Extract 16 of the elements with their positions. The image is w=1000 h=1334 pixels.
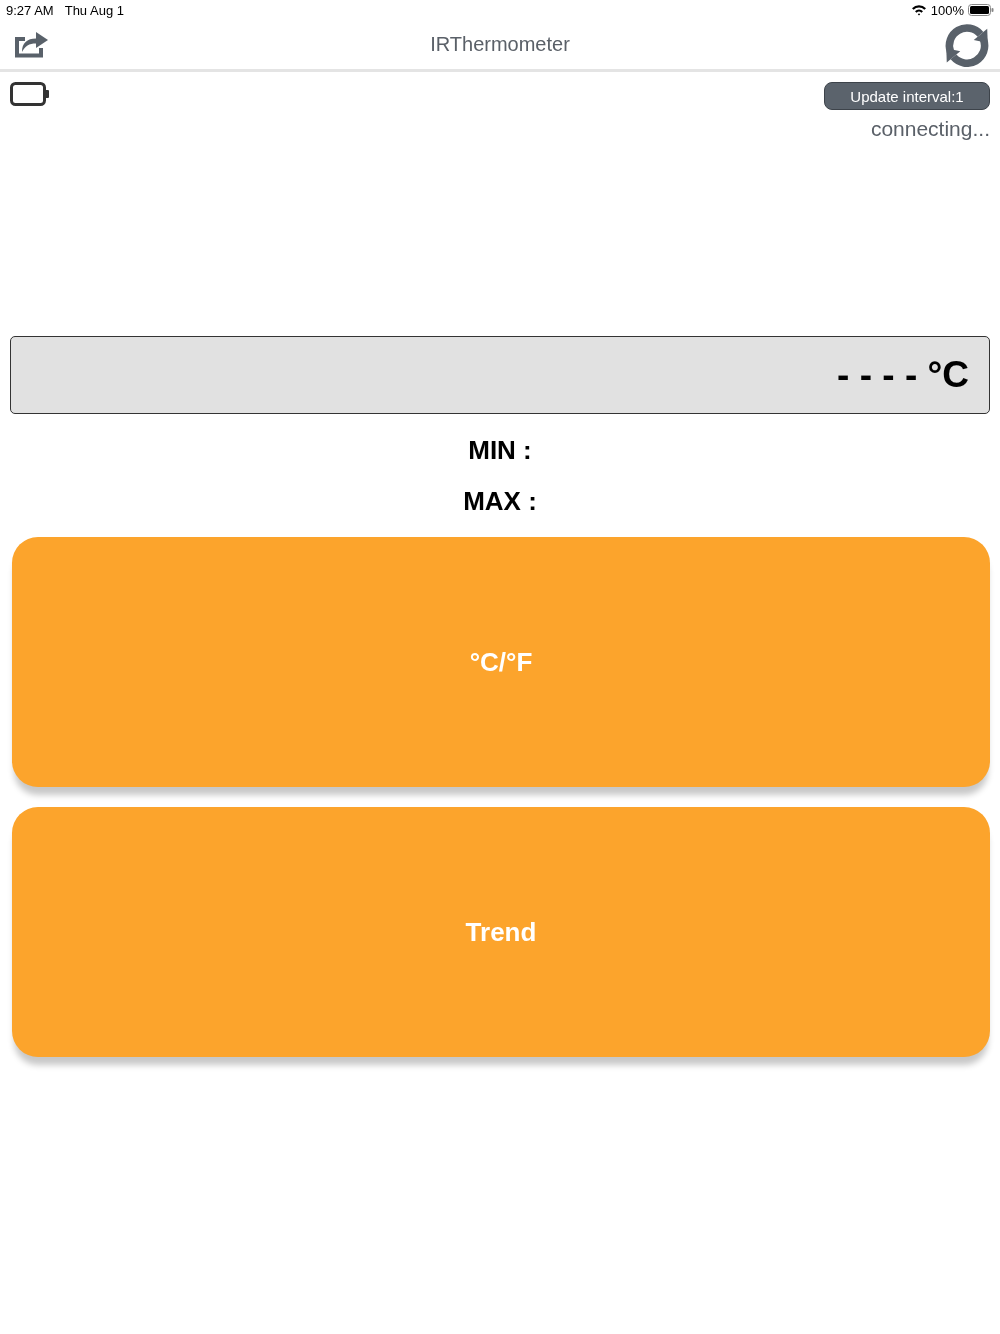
max-label: MAX : <box>463 485 537 517</box>
status-time: 9:27 AM <box>6 2 54 18</box>
trend-button[interactable]: Trend <box>12 807 990 1057</box>
unit-toggle-button[interactable]: °C/°F <box>12 537 990 787</box>
temperature-reading: - - - - °C <box>837 354 969 396</box>
share-icon[interactable] <box>14 29 49 58</box>
min-label: MIN : <box>468 434 532 466</box>
battery-icon <box>968 4 994 16</box>
app-title: IRThermometer <box>430 33 570 56</box>
update-interval-button[interactable]: Update interval:1 <box>824 82 990 110</box>
wifi-icon <box>910 4 927 16</box>
refresh-icon[interactable] <box>944 22 990 67</box>
battery-percentage: 100% <box>930 2 964 18</box>
battery-icon <box>10 82 50 106</box>
connection-status: connecting... <box>870 116 990 142</box>
status-date: Thu Aug 1 <box>64 2 124 18</box>
